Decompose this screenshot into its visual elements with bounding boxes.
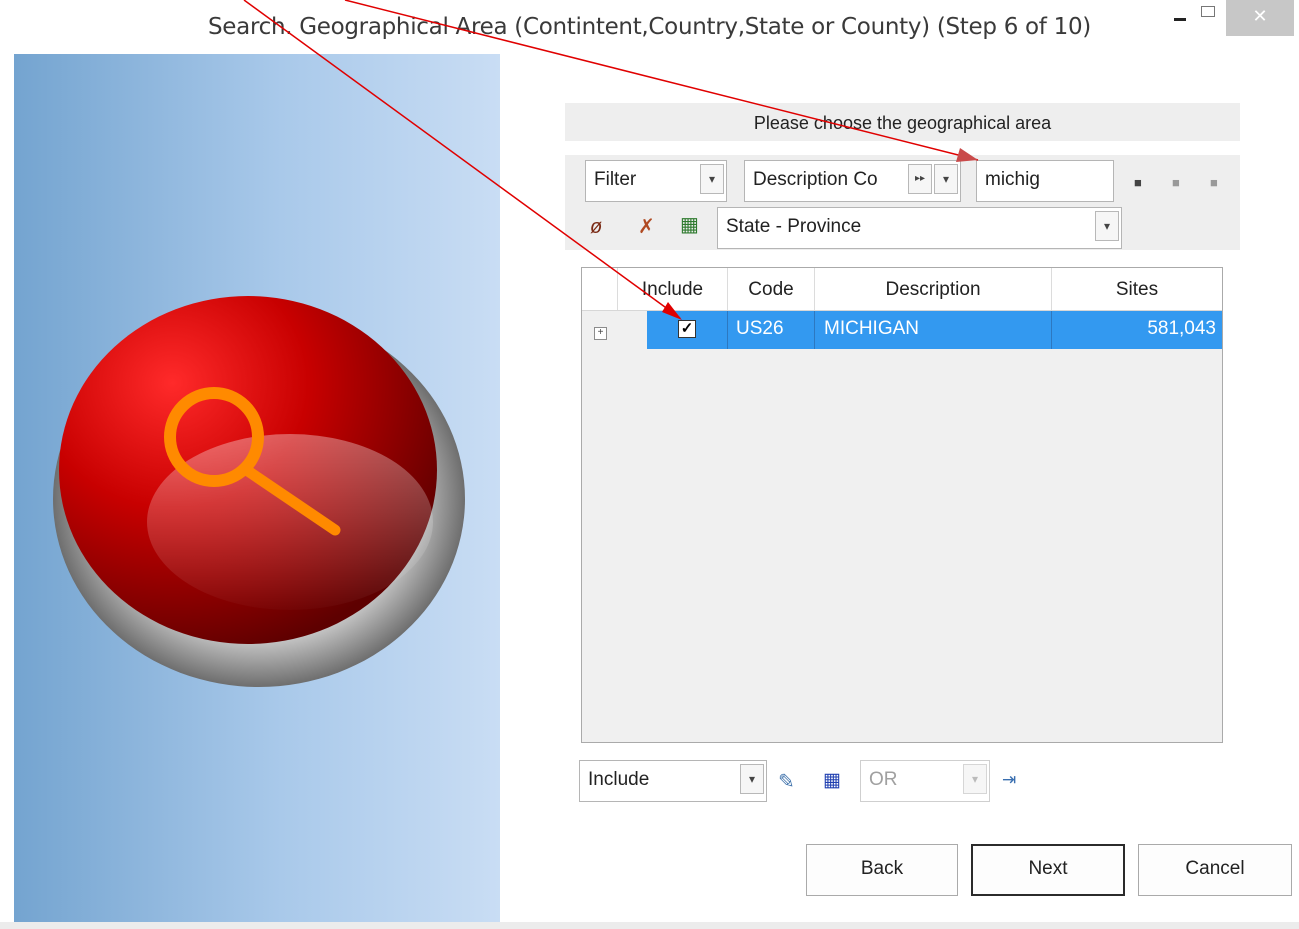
include-mode-select[interactable]: Include ▾: [579, 760, 767, 802]
column-include[interactable]: Include: [618, 268, 728, 310]
search-input[interactable]: michig: [976, 160, 1114, 202]
column-sites[interactable]: Sites: [1052, 268, 1222, 310]
table-row[interactable]: ✓ US26 MICHIGAN 581,043: [647, 311, 1222, 349]
close-button[interactable]: ✕: [1226, 0, 1294, 36]
wizard-side-panel: [14, 54, 500, 922]
edit-list-icon[interactable]: ✎: [778, 769, 795, 794]
next-button[interactable]: Next: [971, 844, 1125, 896]
column-description[interactable]: Description: [815, 268, 1052, 310]
include-checkbox[interactable]: ✓: [678, 320, 696, 338]
code-cell: US26: [728, 311, 815, 349]
grid-header: Include Code Description Sites: [582, 268, 1222, 311]
description-cell: MICHIGAN: [815, 311, 1052, 349]
clear-filter-icon[interactable]: ø: [590, 216, 602, 239]
filter-option-icon-2[interactable]: ■: [1210, 175, 1218, 190]
filter-mode-value: Filter: [594, 169, 637, 190]
chevron-down-icon[interactable]: ▾: [963, 764, 987, 794]
button-gloss: [147, 434, 433, 610]
results-grid[interactable]: Include Code Description Sites + ✓ US26 …: [581, 267, 1223, 743]
row-header-column: [582, 268, 618, 310]
column-code[interactable]: Code: [728, 268, 815, 310]
filter-option-icon[interactable]: ■: [1172, 175, 1180, 190]
chevron-down-icon[interactable]: ▾: [700, 164, 724, 194]
title-bar: Search. Geographical Area (Contintent,Co…: [0, 0, 1299, 54]
window-bottom-edge: [0, 922, 1299, 929]
include-cell[interactable]: ✓: [647, 311, 728, 349]
sites-cell: 581,043: [1147, 318, 1216, 339]
cancel-button[interactable]: Cancel: [1138, 844, 1292, 896]
include-mode-value: Include: [588, 769, 650, 790]
window-title: Search. Geographical Area (Contintent,Co…: [208, 14, 1091, 40]
operator-value: OR: [869, 769, 898, 790]
filter-mode-select[interactable]: Filter ▾: [585, 160, 727, 202]
search-button-illustration: [53, 296, 465, 687]
chevron-down-icon[interactable]: ▾: [1095, 211, 1119, 241]
tree-select-icon[interactable]: ▦: [680, 212, 699, 237]
expand-row-icon[interactable]: +: [594, 327, 607, 340]
level-select[interactable]: State - Province ▾: [717, 207, 1122, 249]
maximize-button[interactable]: [1196, 0, 1226, 36]
search-input-value: michig: [985, 169, 1040, 190]
remove-filter-icon[interactable]: ✗: [638, 214, 655, 239]
filter-field-select[interactable]: Description Co ▸▸ ▾: [744, 160, 961, 202]
add-condition-icon[interactable]: ⇥: [1002, 770, 1016, 790]
filter-field-value: Description Co: [753, 169, 878, 190]
minimize-button[interactable]: [1160, 0, 1200, 36]
grid-view-icon[interactable]: ▦: [823, 769, 841, 792]
fast-forward-icon[interactable]: ▸▸: [908, 164, 932, 194]
level-value: State - Province: [726, 216, 862, 237]
add-filter-icon[interactable]: ■: [1134, 175, 1142, 190]
operator-select[interactable]: OR ▾: [860, 760, 990, 802]
back-button[interactable]: Back: [806, 844, 958, 896]
chevron-down-icon[interactable]: ▾: [740, 764, 764, 794]
chevron-down-icon[interactable]: ▾: [934, 164, 958, 194]
page-heading: Please choose the geographical area: [565, 103, 1240, 141]
